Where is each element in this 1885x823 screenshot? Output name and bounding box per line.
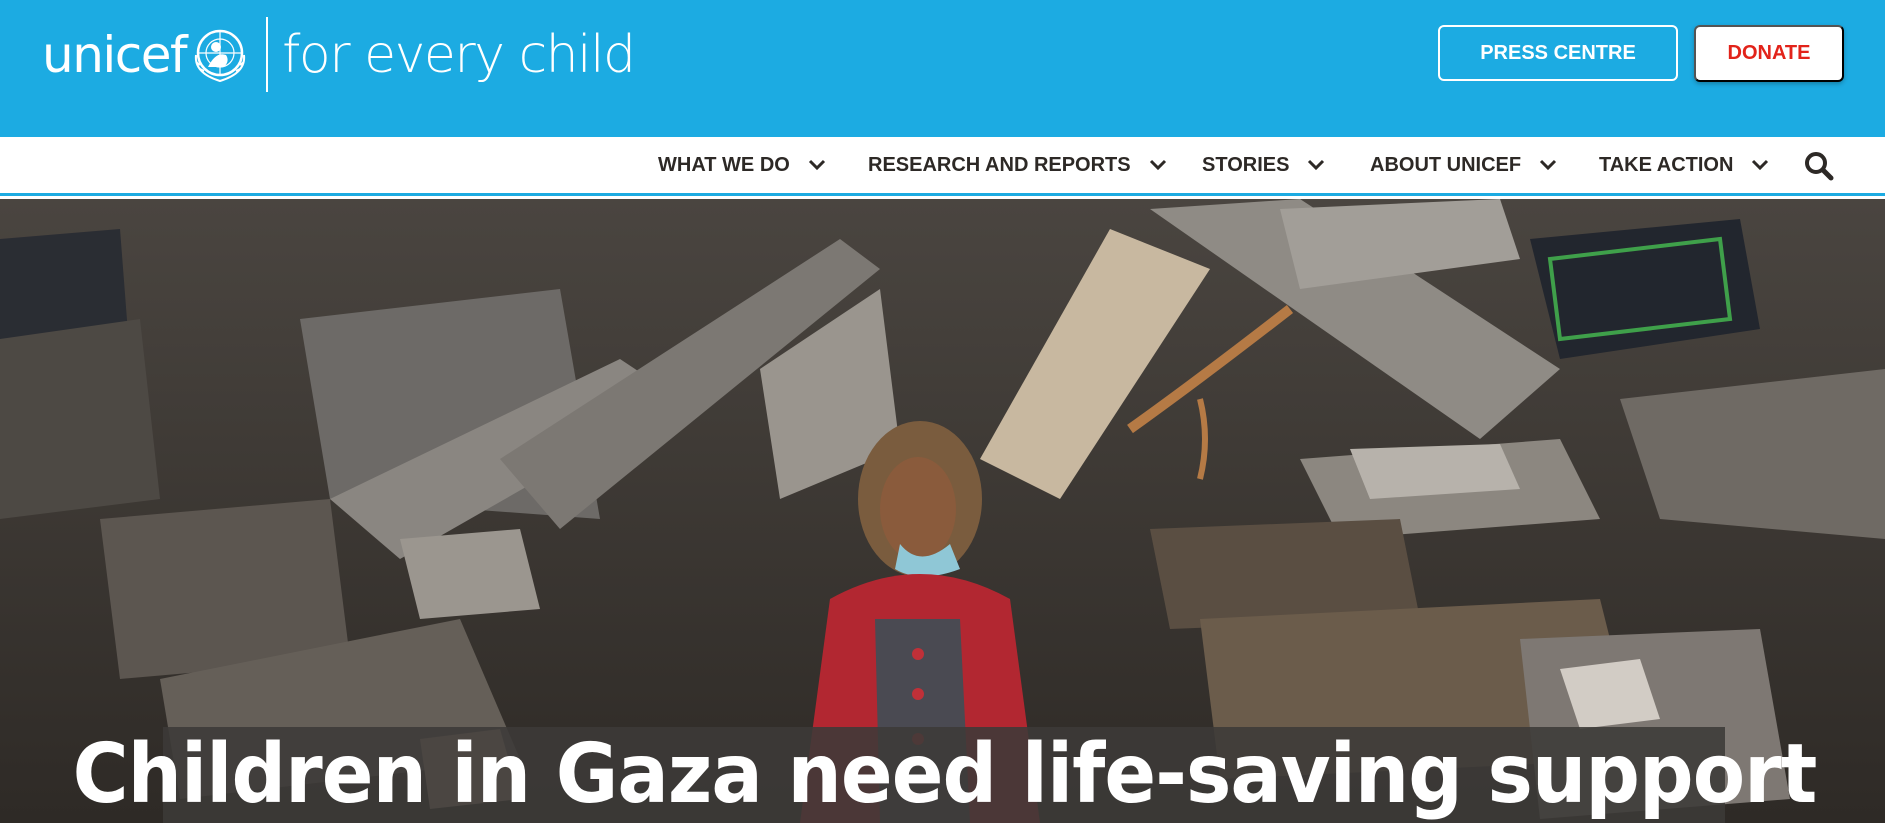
chevron-down-icon xyxy=(1540,159,1557,171)
nav-item-label: WHAT WE DO xyxy=(658,153,790,176)
hero-headline-box: Children in Gaza need life-saving suppor… xyxy=(72,727,1817,823)
nav-item-label: RESEARCH AND REPORTS xyxy=(868,153,1131,176)
search-icon[interactable] xyxy=(1804,151,1834,181)
hero-headline: Children in Gaza need life-saving suppor… xyxy=(72,727,1817,822)
main-navigation: WHAT WE DO RESEARCH AND REPORTS STORIES … xyxy=(0,137,1885,196)
chevron-down-icon xyxy=(1149,159,1166,171)
nav-item-label: TAKE ACTION xyxy=(1599,153,1734,176)
chevron-down-icon xyxy=(1308,159,1325,171)
nav-item-stories[interactable]: STORIES xyxy=(1202,137,1325,193)
chevron-down-icon xyxy=(808,159,825,171)
press-centre-button[interactable]: PRESS CENTRE xyxy=(1438,25,1678,81)
nav-item-about-unicef[interactable]: ABOUT UNICEF xyxy=(1370,137,1557,193)
donate-button[interactable]: DONATE xyxy=(1694,25,1844,82)
nav-item-what-we-do[interactable]: WHAT WE DO xyxy=(658,137,826,193)
top-header: unicef for every child PRESS CENTRE DONA… xyxy=(0,0,1885,137)
nav-item-research-and-reports[interactable]: RESEARCH AND REPORTS xyxy=(868,137,1167,193)
chevron-down-icon xyxy=(1752,159,1769,171)
logo-divider xyxy=(266,17,269,92)
nav-item-take-action[interactable]: TAKE ACTION xyxy=(1599,137,1769,193)
nav-item-label: STORIES xyxy=(1202,153,1290,176)
unicef-emblem-icon xyxy=(195,29,246,82)
nav-item-label: ABOUT UNICEF xyxy=(1370,153,1522,176)
logo-wordmark: unicef xyxy=(42,25,188,84)
unicef-logo[interactable]: unicef for every child xyxy=(42,17,636,92)
logo-tagline: for every child xyxy=(282,24,636,85)
